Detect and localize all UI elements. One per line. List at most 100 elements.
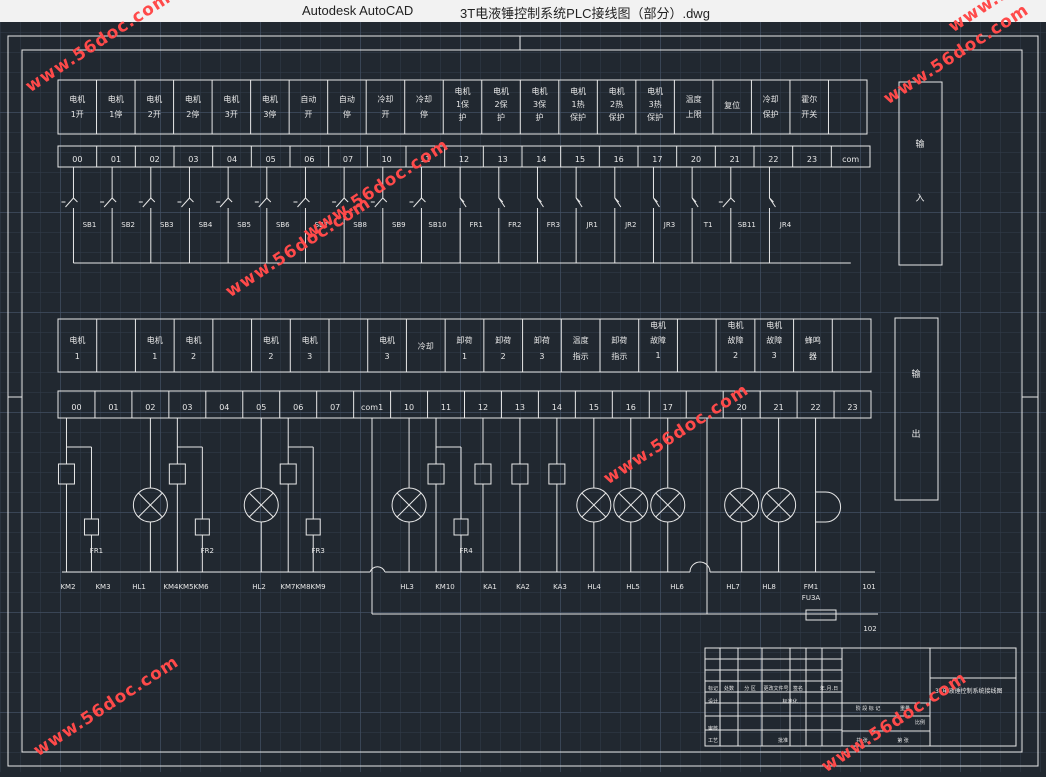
input-device-label: FR2 — [508, 221, 521, 229]
contact-tick — [150, 197, 156, 203]
drawing-canvas[interactable]: 电机 1开 电机 1停 电机 2开 电机 2停 电机 3开 电机 3停 自动开自动停冷却开冷却停电机 1保… — [0, 0, 1046, 777]
push-button-contact — [413, 197, 422, 208]
push-button-contact — [103, 197, 113, 208]
title-block-label: 分 区 — [744, 685, 756, 692]
input-device-label: JR4 — [779, 221, 792, 229]
input-cell-label: 3热 — [649, 99, 662, 109]
title-block-label: 第 张 — [897, 737, 909, 744]
input-cell-label: 电机 — [185, 94, 201, 104]
output-cell-label: 2 — [191, 352, 196, 361]
contactor-coil — [57, 463, 75, 485]
output-address: 21 — [774, 403, 784, 412]
output-address: 12 — [478, 403, 488, 412]
output-cell-label: 1 — [656, 351, 661, 360]
output-side-box — [894, 317, 939, 501]
output-cell-label: 电机 — [650, 320, 666, 330]
thermal-relay-label: FR4 — [459, 547, 473, 555]
input-device-label: JR3 — [663, 221, 675, 229]
plc-wiring-drawing: 电机1开电机1停电机2开电机2停电机3开电机3停自动开自动停冷却开冷却停电机1保… — [7, 35, 1039, 767]
output-address: 17 — [663, 403, 673, 412]
input-cell-label: 护 — [497, 112, 505, 122]
input-cell-label: 护 — [459, 112, 467, 122]
output-cell-label: 指示 — [611, 351, 627, 361]
contact-tick — [189, 197, 194, 203]
output-address: 15 — [589, 403, 599, 412]
contact-tick — [730, 197, 736, 203]
input-address: 16 — [614, 155, 624, 164]
output-side-label: 输 — [911, 368, 920, 380]
output-cell-label: 3 — [539, 352, 544, 361]
input-cell-label: 护 — [536, 112, 544, 122]
output-device-label: KM3 — [95, 583, 110, 591]
output-device-label: 101 — [862, 583, 875, 591]
input-address: 17 — [652, 155, 662, 164]
output-device-label: HL4 — [587, 583, 601, 591]
output-cell-label: 3 — [307, 352, 312, 361]
input-cell-label: 1开 — [71, 110, 84, 119]
output-cell-label: 电机 — [728, 320, 744, 330]
output-address: 04 — [219, 403, 229, 412]
input-address: 13 — [498, 155, 508, 164]
input-cell-label: 保护 — [570, 112, 586, 122]
output-cell-label: 卸荷 — [611, 335, 627, 345]
output-cell-label: 1 — [462, 352, 467, 361]
input-device-label: SB3 — [160, 221, 174, 229]
title-block-label: 更改文件号 — [763, 685, 788, 692]
input-device-label: SB5 — [237, 221, 251, 229]
input-device-label: FR3 — [547, 221, 560, 229]
thermal-relay-box — [305, 518, 321, 536]
thermal-relay-label: FR1 — [90, 547, 103, 555]
input-address: 10 — [382, 155, 392, 164]
output-device-label: KM10 — [435, 583, 455, 591]
title-block-label: 阶 段 标 记 — [856, 705, 881, 712]
output-cell-label: 故障 — [766, 335, 782, 345]
relay-coil — [474, 463, 492, 485]
input-cell-label: 开 — [304, 110, 312, 119]
output-cell-label: 温度 — [573, 335, 589, 345]
push-button-contact — [258, 197, 268, 208]
output-address: 06 — [293, 403, 303, 412]
contactor-coil — [168, 463, 186, 485]
output-device-label: HL7 — [726, 583, 740, 591]
title-block-label: 审核 — [708, 725, 718, 732]
output-label-strip — [57, 318, 872, 373]
output-cell-label: 3 — [385, 352, 390, 361]
output-cell-label: 1 — [75, 352, 80, 361]
input-address: 23 — [807, 155, 817, 164]
input-cell-label: 保护 — [609, 112, 625, 122]
input-cell-label: 电机 — [262, 94, 278, 104]
output-address: 02 — [145, 403, 155, 412]
input-device-label: SB6 — [276, 221, 290, 229]
input-cell-label: 保护 — [647, 112, 663, 122]
input-cell-label: 2开 — [148, 110, 161, 119]
input-cell-label: 电机 — [69, 94, 85, 104]
output-cell-label: 电机 — [147, 335, 163, 345]
input-address: 12 — [459, 155, 469, 164]
relay-coil — [511, 463, 529, 485]
output-cell-label: 2 — [268, 352, 273, 361]
input-cell-label: 3开 — [225, 110, 238, 119]
input-device-label: SB4 — [199, 221, 213, 229]
output-cell-label: 故障 — [650, 335, 666, 345]
output-address: 23 — [847, 403, 857, 412]
thermal-relay-box — [83, 518, 99, 536]
input-cell-label: 霍尔 — [801, 94, 817, 104]
output-cell-label: 电机 — [69, 335, 85, 345]
input-side-box — [898, 81, 943, 266]
input-cell-label: 2保 — [494, 99, 507, 109]
title-block-label: 比例 — [915, 719, 925, 726]
output-device-label: KM2 — [60, 583, 75, 591]
output-cell-label: 蜂鸣 — [805, 335, 821, 345]
input-cell-label: 1保 — [456, 99, 469, 109]
output-device-label: HL3 — [400, 583, 414, 591]
contact-tick — [421, 197, 426, 203]
input-address: 06 — [304, 155, 314, 164]
title-block-label: 设计 — [708, 698, 718, 705]
autocad-window: Autodesk AutoCAD 3T电液锤控制系统PLC接线图（部分）.dwg… — [0, 0, 1046, 777]
contactor-coil — [279, 463, 297, 485]
input-cell-label: 电机 — [455, 86, 471, 96]
input-side-label: 入 — [915, 193, 924, 204]
title-block-label: 处数 — [724, 685, 734, 692]
output-address: 22 — [810, 403, 820, 412]
output-address: 05 — [256, 403, 266, 412]
